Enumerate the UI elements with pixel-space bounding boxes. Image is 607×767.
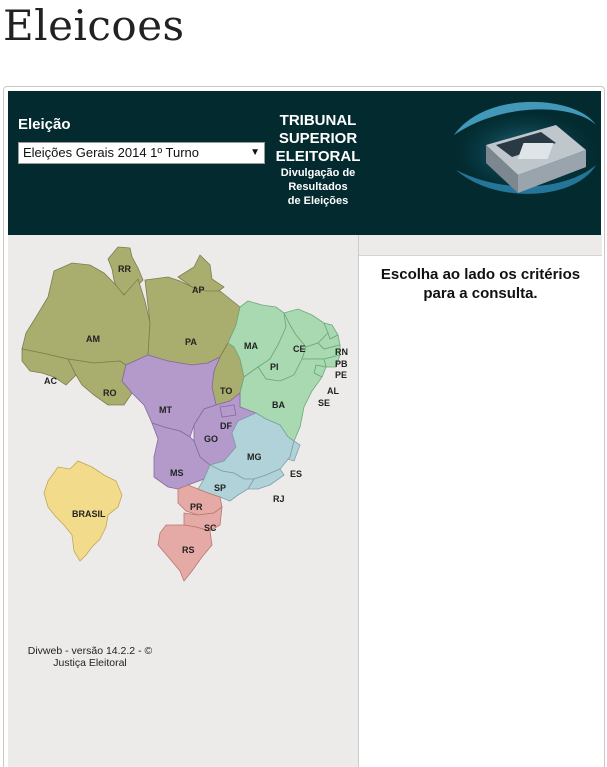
ballot-machine-icon: [454, 101, 596, 195]
election-select-value: Eleições Gerais 2014 1º Turno: [23, 145, 200, 160]
tse-line1: TRIBUNAL: [279, 112, 357, 129]
results-panel: Escolha ao lado os critérios para a cons…: [358, 235, 602, 767]
label-mg: MG: [247, 452, 262, 462]
label-pi: PI: [270, 362, 279, 372]
label-mt: MT: [159, 405, 172, 415]
label-ac: AC: [44, 376, 57, 386]
label-sp: SP: [214, 483, 226, 493]
tse-line3: ELEITORAL: [275, 148, 361, 165]
label-ro: RO: [103, 388, 117, 398]
header-banner: Eleição Eleições Gerais 2014 1º Turno ▼ …: [8, 91, 601, 235]
tse-sub2: Resultados: [288, 181, 348, 193]
tse-line2: SUPERIOR: [278, 130, 358, 147]
label-ms: MS: [170, 468, 184, 478]
page-title: Eleicoes: [3, 1, 185, 50]
results-panel-bar: [359, 235, 602, 256]
label-al: AL: [327, 386, 339, 396]
label-to: TO: [220, 386, 232, 396]
label-ce: CE: [293, 344, 306, 354]
label-df: DF: [220, 421, 232, 431]
label-rn: RN: [335, 347, 348, 357]
label-brasil: BRASIL: [72, 509, 106, 519]
footer-version: Divweb - versão 14.2.2 - ©: [27, 645, 153, 657]
tse-sub1: Divulgação de: [280, 167, 356, 179]
footer-org: Justiça Eleitoral: [53, 657, 127, 669]
label-rr: RR: [118, 264, 131, 274]
state-df[interactable]: [219, 404, 237, 418]
prompt-line2: para a consulta.: [423, 285, 538, 302]
tse-title: TRIBUNAL SUPERIOR ELEITORAL Divulgação d…: [263, 112, 373, 208]
label-se: SE: [318, 398, 330, 408]
label-pa: PA: [185, 337, 197, 347]
label-ap: AP: [192, 285, 205, 295]
label-rs: RS: [182, 545, 195, 555]
brazil-map: RR AP AM PA MA CE RN PB PE PI AC RO TO A…: [21, 246, 348, 582]
label-pr: PR: [190, 502, 203, 512]
label-pb: PB: [335, 359, 348, 369]
prompt-line1: Escolha ao lado os critérios: [380, 266, 581, 283]
tse-sub3: de Eleições: [287, 195, 349, 207]
label-ma: MA: [244, 341, 258, 351]
selection-prompt: Escolha ao lado os critérios para a cons…: [359, 265, 602, 303]
label-go: GO: [204, 434, 218, 444]
results-widget: Eleição Eleições Gerais 2014 1º Turno ▼ …: [3, 86, 605, 767]
label-am: AM: [86, 334, 100, 344]
election-select[interactable]: Eleições Gerais 2014 1º Turno ▼: [18, 142, 265, 164]
label-sc: SC: [204, 523, 217, 533]
map-panel: RR AP AM PA MA CE RN PB PE PI AC RO TO A…: [8, 235, 358, 767]
label-ba: BA: [272, 400, 285, 410]
election-label: Eleição: [18, 116, 71, 133]
label-es: ES: [290, 469, 302, 479]
label-pe: PE: [335, 370, 347, 380]
label-rj: RJ: [273, 494, 285, 504]
footer-credits: Divweb - versão 14.2.2 - © Justiça Eleit…: [14, 645, 166, 669]
dropdown-arrow-icon: ▼: [250, 147, 260, 158]
